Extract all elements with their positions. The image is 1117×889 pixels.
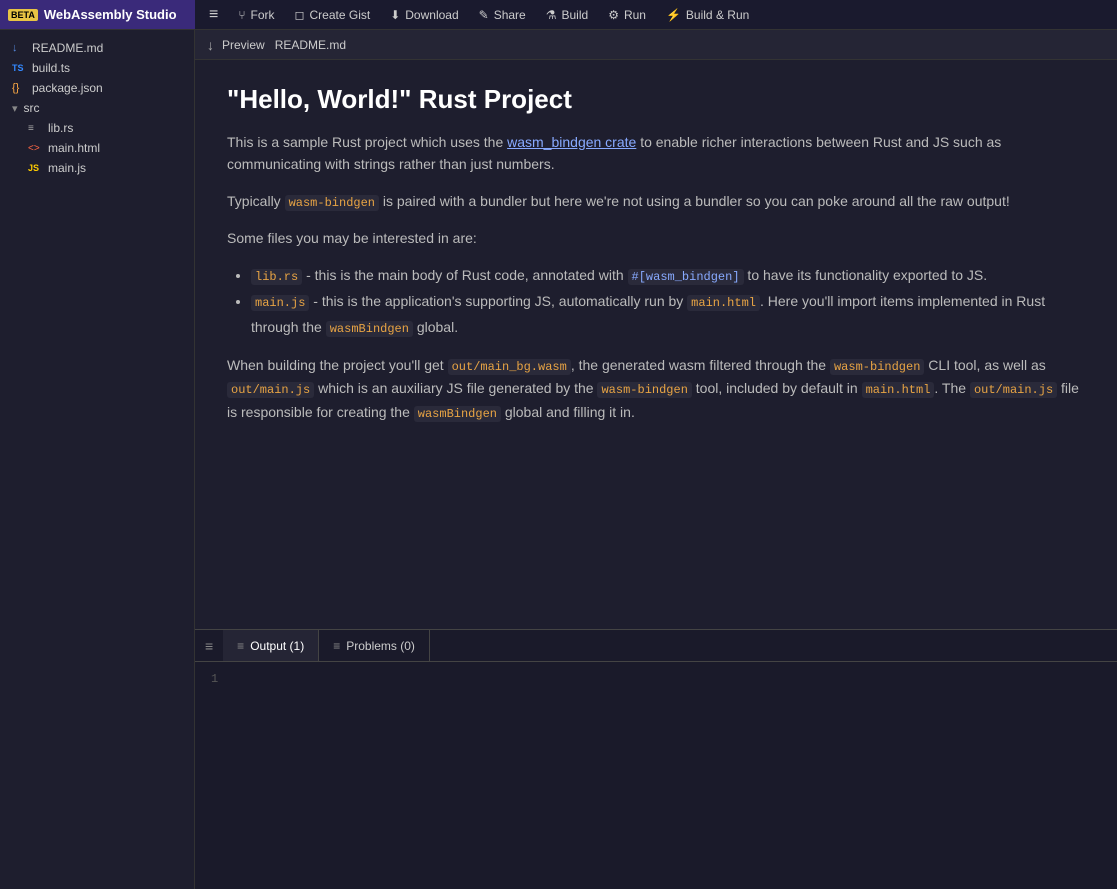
main-area: ↓ README.md TS build.ts {} package.json … bbox=[0, 30, 1117, 889]
wasm-bindgen-tool-code: wasm-bindgen bbox=[597, 382, 691, 398]
wasmbindgen-global-code: wasmBindgen bbox=[326, 321, 413, 337]
download-button[interactable]: ⬇ Download bbox=[380, 0, 468, 29]
sidebar-item-label: lib.rs bbox=[48, 121, 73, 135]
preview-label: Preview README.md bbox=[222, 38, 346, 52]
run-label: Run bbox=[624, 8, 646, 22]
output-tab-icon: ≡ bbox=[237, 639, 244, 653]
wasm-bindgen-link[interactable]: wasm_bindgen crate bbox=[507, 134, 636, 150]
share-label: Share bbox=[494, 8, 526, 22]
sidebar-item-buildts[interactable]: TS build.ts bbox=[0, 58, 194, 78]
build-icon: ⚗ bbox=[546, 8, 557, 22]
build-run-icon: ⚡ bbox=[666, 8, 681, 22]
download-label: Download bbox=[405, 8, 458, 22]
md-icon: ↓ bbox=[12, 42, 26, 54]
html-icon: <> bbox=[28, 143, 42, 154]
fork-icon: ⑂ bbox=[238, 8, 245, 22]
build-run-label: Build & Run bbox=[686, 8, 749, 22]
problems-tab-icon: ≡ bbox=[333, 639, 340, 653]
mainhtml-code: main.html bbox=[687, 295, 760, 311]
sidebar-item-packagejson[interactable]: {} package.json bbox=[0, 78, 194, 98]
content-area: ↓ Preview README.md "Hello, World!" Rust… bbox=[195, 30, 1117, 889]
sidebar-item-label: main.html bbox=[48, 141, 100, 155]
sidebar-folder-label: src bbox=[24, 101, 40, 115]
readme-para1: This is a sample Rust project which uses… bbox=[227, 131, 1085, 176]
wasm-bindgen-cli-code: wasm-bindgen bbox=[830, 359, 924, 375]
readme-para2: Typically wasm-bindgen is paired with a … bbox=[227, 190, 1085, 213]
js-icon: JS bbox=[28, 163, 42, 173]
ts-icon: TS bbox=[12, 63, 26, 73]
sidebar-item-label: main.js bbox=[48, 161, 86, 175]
download-icon: ⬇ bbox=[390, 8, 400, 22]
problems-tab-label: Problems (0) bbox=[346, 639, 415, 653]
sidebar: ↓ README.md TS build.ts {} package.json … bbox=[0, 30, 195, 889]
beta-badge: BETA bbox=[8, 9, 38, 21]
run-icon: ⚙ bbox=[608, 8, 619, 22]
sidebar-item-librs[interactable]: ≡ lib.rs bbox=[0, 118, 194, 138]
build-run-button[interactable]: ⚡ Build & Run bbox=[656, 0, 759, 29]
sidebar-item-label: package.json bbox=[32, 81, 103, 95]
sidebar-item-label: README.md bbox=[32, 41, 103, 55]
bottom-hamburger-button[interactable]: ≡ bbox=[195, 638, 223, 654]
hamburger-button[interactable]: ≡ bbox=[199, 0, 228, 29]
preview-filename: README.md bbox=[275, 38, 346, 52]
nav-items: ≡ ⑂ Fork ◻ Create Gist ⬇ Download ✎ Shar… bbox=[195, 0, 759, 29]
fork-label: Fork bbox=[251, 8, 275, 22]
line-numbers: 1 bbox=[211, 670, 218, 881]
create-gist-label: Create Gist bbox=[310, 8, 371, 22]
sidebar-item-readme[interactable]: ↓ README.md bbox=[0, 38, 194, 58]
readme-list-item-2: main.js - this is the application's supp… bbox=[251, 289, 1085, 340]
sidebar-item-label: build.ts bbox=[32, 61, 70, 75]
build-label: Build bbox=[562, 8, 589, 22]
logo-area: BETA WebAssembly Studio bbox=[0, 0, 195, 29]
sidebar-item-mainjs[interactable]: JS main.js bbox=[0, 158, 194, 178]
readme-para4: When building the project you'll get out… bbox=[227, 354, 1085, 424]
preview-label-text: Preview bbox=[222, 38, 265, 52]
mainhtml-default-code: main.html bbox=[862, 382, 935, 398]
build-button[interactable]: ⚗ Build bbox=[536, 0, 598, 29]
librs-code: lib.rs bbox=[251, 269, 302, 285]
fork-button[interactable]: ⑂ Fork bbox=[228, 0, 284, 29]
gist-icon: ◻ bbox=[295, 8, 305, 22]
share-icon: ✎ bbox=[479, 8, 489, 22]
rs-icon: ≡ bbox=[28, 123, 42, 134]
folder-chevron-icon: ▾ bbox=[12, 102, 18, 115]
preview-tab[interactable]: ↓ Preview README.md bbox=[195, 30, 1117, 60]
problems-tab[interactable]: ≡ Problems (0) bbox=[319, 630, 430, 661]
output-tab-label: Output (1) bbox=[250, 639, 304, 653]
output-tab[interactable]: ≡ Output (1) bbox=[223, 630, 319, 661]
bottom-tabs: ≡ ≡ Output (1) ≡ Problems (0) bbox=[195, 630, 1117, 662]
wasm-bindgen-attr-code: #[wasm_bindgen] bbox=[628, 269, 744, 285]
run-button[interactable]: ⚙ Run bbox=[598, 0, 656, 29]
readme-para3: Some files you may be interested in are: bbox=[227, 227, 1085, 249]
wasm-bindgen-code: wasm-bindgen bbox=[285, 195, 379, 211]
bottom-content: 1 bbox=[195, 662, 1117, 889]
bottom-panel: ≡ ≡ Output (1) ≡ Problems (0) 1 bbox=[195, 629, 1117, 889]
create-gist-button[interactable]: ◻ Create Gist bbox=[285, 0, 381, 29]
mainjs-code: main.js bbox=[251, 295, 309, 311]
outmainjs-code: out/main.js bbox=[227, 382, 314, 398]
readme-title: "Hello, World!" Rust Project bbox=[227, 84, 1085, 115]
sidebar-item-mainhtml[interactable]: <> main.html bbox=[0, 138, 194, 158]
sidebar-folder-src[interactable]: ▾ src bbox=[0, 98, 194, 118]
json-icon: {} bbox=[12, 82, 26, 94]
readme-list: lib.rs - this is the main body of Rust c… bbox=[251, 263, 1085, 340]
preview-icon: ↓ bbox=[207, 37, 214, 53]
top-nav: BETA WebAssembly Studio ≡ ⑂ Fork ◻ Creat… bbox=[0, 0, 1117, 30]
app-title: WebAssembly Studio bbox=[44, 7, 177, 22]
outmainjs2-code: out/main.js bbox=[970, 382, 1057, 398]
outmainbg-code: out/main_bg.wasm bbox=[448, 359, 571, 375]
markdown-content: "Hello, World!" Rust Project This is a s… bbox=[195, 60, 1117, 629]
readme-list-item-1: lib.rs - this is the main body of Rust c… bbox=[251, 263, 1085, 289]
wasmbindgen-global2-code: wasmBindgen bbox=[414, 406, 501, 422]
share-button[interactable]: ✎ Share bbox=[469, 0, 536, 29]
